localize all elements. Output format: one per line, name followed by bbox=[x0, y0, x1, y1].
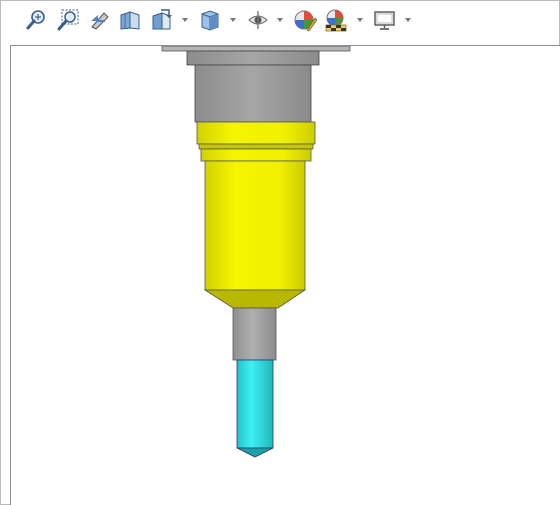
tool-holder-model[interactable] bbox=[11, 46, 560, 505]
hide-show-items-icon bbox=[248, 11, 268, 29]
previous-view-icon bbox=[91, 12, 109, 30]
holder-gray-body bbox=[194, 64, 312, 123]
view-orientation-dropdown-icon[interactable] bbox=[182, 18, 188, 22]
yellow-holder-body bbox=[203, 160, 307, 309]
view-orientation-button[interactable] bbox=[150, 7, 174, 33]
zoom-to-area-button[interactable] bbox=[56, 7, 80, 33]
view-orientation-icon bbox=[152, 9, 172, 30]
yellow-collar bbox=[196, 121, 316, 162]
zoom-to-area-icon bbox=[57, 9, 79, 31]
view-settings-icon bbox=[374, 11, 395, 30]
edit-appearance-icon bbox=[294, 10, 317, 32]
spindle-flange bbox=[161, 46, 351, 66]
graphics-area-frame bbox=[0, 0, 560, 505]
gray-shank bbox=[232, 307, 277, 361]
hide-show-items-button[interactable] bbox=[247, 7, 269, 33]
view-settings-dropdown-icon[interactable] bbox=[405, 18, 411, 22]
zoom-to-fit-button[interactable] bbox=[25, 7, 47, 33]
hide-show-items-dropdown-icon[interactable] bbox=[277, 18, 283, 22]
section-view-button[interactable] bbox=[119, 7, 141, 33]
display-style-icon bbox=[201, 10, 219, 31]
display-style-dropdown-icon[interactable] bbox=[230, 18, 236, 22]
apply-scene-icon bbox=[325, 9, 347, 32]
view-settings-button[interactable] bbox=[373, 7, 397, 33]
zoom-to-fit-icon bbox=[26, 10, 45, 30]
apply-scene-dropdown-icon[interactable] bbox=[357, 18, 363, 22]
3d-model-viewport[interactable] bbox=[10, 45, 560, 505]
heads-up-view-toolbar bbox=[1, 1, 559, 41]
cyan-cutting-tool bbox=[236, 359, 274, 458]
edit-appearance-button[interactable] bbox=[293, 7, 317, 33]
section-view-icon bbox=[120, 11, 140, 30]
apply-scene-button[interactable] bbox=[323, 7, 349, 33]
display-style-button[interactable] bbox=[199, 7, 221, 33]
previous-view-button[interactable] bbox=[88, 7, 112, 33]
